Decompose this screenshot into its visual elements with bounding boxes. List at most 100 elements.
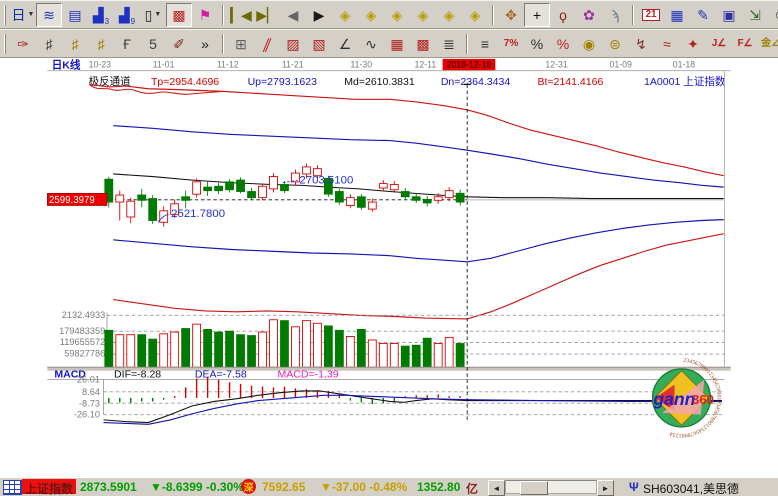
date-label: 12-11	[414, 60, 436, 70]
brush-tool-button-icon: ✑	[17, 37, 29, 51]
festival-marker-button[interactable]: ✿	[576, 3, 602, 27]
percent-button[interactable]: %	[524, 32, 550, 56]
next-bar-button-icon: ▶	[314, 8, 325, 22]
nav-diamond-5[interactable]: ◈	[436, 3, 462, 27]
macd-axis-label: -8.73	[79, 398, 100, 408]
scrollbar-right-arrow[interactable]: ►	[597, 480, 614, 496]
crosshair-button[interactable]: +	[524, 3, 550, 27]
volume-bar	[456, 343, 464, 367]
j-angle-button-icon: J∠	[712, 39, 727, 49]
gann-fan-button[interactable]: ∥	[254, 32, 280, 56]
volume-bar	[379, 343, 387, 367]
nav-diamond-1[interactable]: ◈	[332, 3, 358, 27]
pattern-box-2-button-icon: ▧	[312, 37, 325, 51]
minute3-chart-button[interactable]: ▟3	[88, 3, 114, 27]
f-angle-button[interactable]: F∠	[732, 32, 758, 56]
net-chart-button[interactable]: ≋	[36, 3, 62, 27]
gold-circle-button[interactable]: ◉	[576, 32, 602, 56]
ruler-list-button[interactable]: ≡	[472, 32, 498, 56]
prev-bar-button[interactable]: ◀	[280, 3, 306, 27]
jifan-channel-button[interactable]: ▩	[166, 3, 192, 27]
nav-diamond-4[interactable]: ◈	[410, 3, 436, 27]
more-tools-chevron[interactable]: »	[192, 32, 218, 56]
volume-bar	[105, 330, 113, 367]
ink-flag-button[interactable]: ↯	[628, 32, 654, 56]
save-button[interactable]: ▣	[716, 3, 742, 27]
volume-bar	[259, 332, 267, 367]
channel-md-value: Md=2610.3831	[344, 76, 415, 88]
toolbar-separator	[632, 5, 634, 25]
minute9-chart-button[interactable]: ▟9	[114, 3, 140, 27]
gold-grid-1-button[interactable]: ♯	[62, 32, 88, 56]
date-label: 11-01	[153, 60, 175, 70]
nav-diamond-6[interactable]: ◈	[462, 3, 488, 27]
macd-axis-label: -26.10	[74, 410, 100, 420]
five-grid-button[interactable]: 5	[140, 32, 166, 56]
chan-analysis-button[interactable]: ϡ	[602, 3, 628, 27]
brush2-tool-button[interactable]: ✐	[166, 32, 192, 56]
last-bar-button[interactable]: ▶▏	[254, 3, 280, 27]
notes-button[interactable]: ✎	[690, 3, 716, 27]
gold-star-button[interactable]: ✦	[680, 32, 706, 56]
zigzag-button[interactable]: ∿	[358, 32, 384, 56]
candle-style-button[interactable]: ▯▼	[140, 3, 166, 27]
parallel-lines-button[interactable]: ≣	[436, 32, 462, 56]
zoom-tool-button[interactable]: ϙ	[550, 3, 576, 27]
zoom-tool-button-icon: ϙ	[559, 8, 567, 22]
horizontal-scrollbar[interactable]: ◄►	[488, 480, 614, 494]
quote-table-icon[interactable]	[3, 480, 22, 495]
candle-body	[302, 167, 310, 174]
hand-tool-button[interactable]: ✥	[498, 3, 524, 27]
first-bar-button[interactable]: ▎◀	[228, 3, 254, 27]
pattern-box-2-button[interactable]: ▧	[306, 32, 332, 56]
calculator-button[interactable]: ▦	[664, 3, 690, 27]
volume-bar	[149, 339, 157, 367]
calendar-button-icon: 21	[642, 9, 659, 21]
print-button[interactable]: ℗	[768, 3, 778, 27]
minute9-chart-button-sub: 9	[131, 18, 135, 26]
nav-diamond-2[interactable]: ◈	[358, 3, 384, 27]
date-label: 01-18	[673, 60, 696, 70]
scrollbar-thumb[interactable]	[520, 481, 548, 495]
volume-scale-label: 119655572	[60, 337, 105, 347]
wave-tool-button[interactable]: ≈	[654, 32, 680, 56]
j-angle-button[interactable]: J∠	[706, 32, 732, 56]
calendar-button[interactable]: 21	[638, 3, 664, 27]
minute3-chart-button-sub: 3	[105, 18, 109, 26]
scrollbar-left-arrow[interactable]: ◄	[488, 480, 505, 496]
volume-bar	[248, 336, 256, 368]
percent-lines-button[interactable]: %	[550, 32, 576, 56]
last-bar-button-icon: ▶▏	[256, 8, 278, 22]
scrollbar-track[interactable]	[505, 480, 597, 494]
volume-scale-label: 59827786	[64, 349, 105, 359]
jin-angle-button[interactable]: 金∠	[758, 32, 778, 56]
candle-body	[259, 186, 267, 197]
volume-profile-button[interactable]: ⚑	[192, 3, 218, 27]
angle-lines-button[interactable]: ∠	[332, 32, 358, 56]
gold-grid-2-button[interactable]: ♯	[88, 32, 114, 56]
period-day-button[interactable]: 日▼	[10, 3, 36, 27]
seven-percent-button[interactable]: 7%	[498, 32, 524, 56]
nav-diamond-3[interactable]: ◈	[384, 3, 410, 27]
jin-angle-button-icon: 金∠	[761, 39, 778, 49]
red-grid-1-button[interactable]: ▦	[384, 32, 410, 56]
volume-bar	[215, 332, 223, 367]
gold-circle-lines-button[interactable]: ⊜	[602, 32, 628, 56]
brush-tool-button[interactable]: ✑	[10, 32, 36, 56]
chart-area[interactable]: 10-2311-0111-1211-2111-3012-112018-12-18…	[0, 58, 778, 477]
shenzhen-icon[interactable]: 深	[241, 479, 256, 494]
grid-tool-button[interactable]: ♯	[36, 32, 62, 56]
date-label: 01-09	[609, 60, 632, 70]
toolbar-grip	[4, 5, 6, 25]
f-grid-button[interactable]: Ғ	[114, 32, 140, 56]
volume-bar	[291, 327, 299, 367]
info-panel-button[interactable]: ▤	[62, 3, 88, 27]
red-grid-2-button[interactable]: ▩	[410, 32, 436, 56]
box-ruler-button[interactable]: ⊞	[228, 32, 254, 56]
candle-body	[456, 193, 464, 202]
index-selector-badge[interactable]: 上证指数	[22, 479, 76, 494]
net-chart-button-icon: ≋	[43, 8, 55, 22]
export-button[interactable]: ⇲	[742, 3, 768, 27]
pattern-box-1-button[interactable]: ▨	[280, 32, 306, 56]
next-bar-button[interactable]: ▶	[306, 3, 332, 27]
